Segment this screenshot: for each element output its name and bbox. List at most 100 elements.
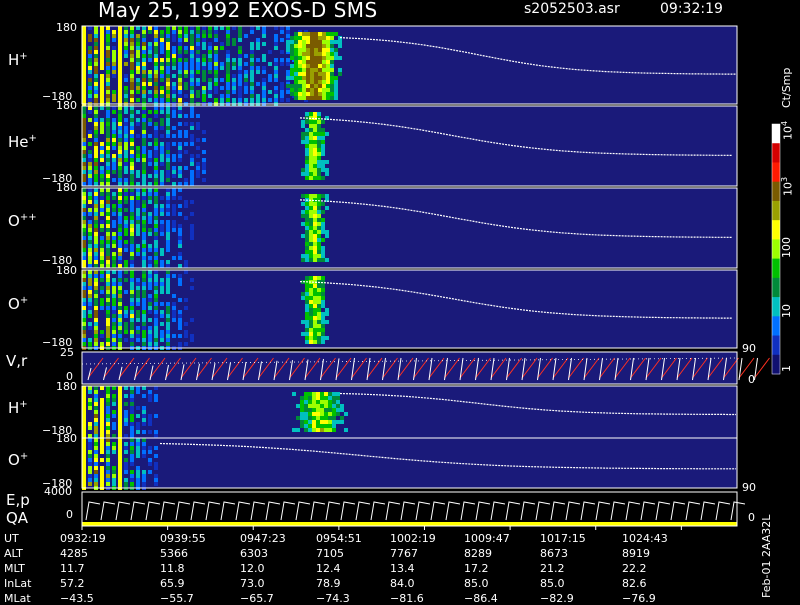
spectrogram-cell: [142, 188, 146, 192]
spectrogram-cell: [332, 392, 336, 396]
spectrogram-cell: [106, 110, 110, 114]
spectrogram-cell: [142, 286, 146, 290]
spectrogram-cell: [190, 74, 194, 78]
spectrogram-cell: [202, 86, 206, 90]
spectrogram-cell: [309, 250, 313, 254]
spectrogram-cell: [313, 156, 317, 160]
spectrogram-cell: [118, 138, 122, 142]
spectrogram-cell: [306, 64, 310, 68]
spectrogram-cell: [130, 474, 134, 478]
spectrogram-cell: [290, 44, 294, 48]
spectrogram-cell: [94, 474, 98, 478]
spectrogram-cell: [184, 142, 188, 146]
spectrogram-cell: [124, 126, 128, 130]
spectrogram-cell: [136, 154, 140, 158]
spectrogram-cell: [154, 216, 158, 220]
spectrogram-cell: [202, 178, 206, 182]
spectrogram-cell: [316, 392, 320, 396]
spectrogram-cell: [82, 470, 86, 474]
spectrogram-cell: [305, 250, 309, 254]
spectrogram-cell: [142, 216, 146, 220]
spectrogram-cell: [124, 42, 128, 46]
spectrogram-cell: [124, 290, 128, 294]
spectrogram-cell: [166, 26, 170, 30]
spectrogram-cell: [318, 84, 322, 88]
spectrogram-cell: [304, 408, 308, 412]
spectrogram-cell: [330, 84, 334, 88]
spectrogram-cell: [130, 310, 134, 314]
colorbar-segment: [772, 239, 780, 260]
spectrogram-cell: [316, 404, 320, 408]
spectrogram-cell: [226, 50, 230, 54]
spectrogram-cell: [142, 154, 146, 158]
spectrogram-cell: [154, 110, 158, 114]
spectrogram-cell: [202, 158, 206, 162]
spectrogram-cell: [106, 78, 110, 82]
spectrogram-cell: [196, 54, 200, 58]
spectrogram-cell: [294, 52, 298, 56]
spectrogram-cell: [112, 330, 116, 334]
spectrogram-cell: [290, 52, 294, 56]
spectrogram-cell: [310, 40, 314, 44]
spectrogram-cell: [118, 110, 122, 114]
spectrogram-cell: [308, 428, 312, 432]
spectrogram-cell: [106, 118, 110, 122]
spectrogram-cell: [106, 466, 110, 470]
spectrogram-cell: [196, 26, 200, 30]
spectrogram-cell: [313, 120, 317, 124]
spectrogram-cell: [304, 416, 308, 420]
spectrogram-cell: [118, 82, 122, 86]
spectrogram-cell: [154, 34, 158, 38]
spectrogram-cell: [326, 36, 330, 40]
spectrogram-cell: [178, 212, 182, 216]
spectrogram-cell: [142, 290, 146, 294]
spectrogram-cell: [142, 170, 146, 174]
spectrogram-cell: [178, 318, 182, 322]
spectrogram-cell: [118, 418, 122, 422]
spectrogram-cell: [82, 162, 86, 166]
spectrogram-cell: [325, 234, 329, 238]
axis-top-o3: 180: [56, 432, 77, 445]
spectrogram-cell: [314, 80, 318, 84]
spectrogram-cell: [148, 306, 152, 310]
spectrogram-cell: [238, 66, 242, 70]
spectrogram-cell: [88, 342, 92, 346]
spectrogram-cell: [142, 174, 146, 178]
spectrogram-cell: [106, 446, 110, 450]
spectrogram-cell: [317, 230, 321, 234]
spectrogram-cell: [148, 154, 152, 158]
spectrogram-cell: [94, 282, 98, 286]
spectrogram-cell: [142, 138, 146, 142]
spectrogram-cell: [88, 54, 92, 58]
spectrogram-cell: [322, 72, 326, 76]
footer-cell: 82.6: [622, 577, 647, 590]
spectrogram-cell: [328, 416, 332, 420]
spectrogram-cell: [306, 48, 310, 52]
spectrogram-cell: [100, 334, 104, 338]
spectrogram-cell: [268, 62, 272, 66]
spectrogram-cell: [130, 286, 134, 290]
colorbar-tick-1: 1: [780, 365, 793, 372]
spectrogram-cell: [160, 252, 164, 256]
spectrogram-cell: [320, 424, 324, 428]
spectrogram-cell: [178, 196, 182, 200]
spectrogram-cell: [300, 396, 304, 400]
spectrogram-cell: [202, 170, 206, 174]
spectrogram-cell: [100, 182, 104, 186]
spectrogram-cell: [154, 50, 158, 54]
spectrogram-cell: [302, 48, 306, 52]
spectrogram-cell: [136, 390, 140, 394]
spectrogram-cell: [304, 392, 308, 396]
spectrogram-cell: [238, 86, 242, 90]
spectrogram-cell: [148, 30, 152, 34]
spectrogram-cell: [312, 412, 316, 416]
spectrogram-cell: [100, 26, 104, 30]
spectrogram-cell: [220, 66, 224, 70]
spectrogram-cell: [112, 134, 116, 138]
spectrogram-cell: [136, 86, 140, 90]
spectrogram-cell: [305, 246, 309, 250]
spectrogram-cell: [130, 232, 134, 236]
spectrogram-cell: [160, 232, 164, 236]
spectrogram-cell: [340, 404, 344, 408]
spectrogram-cell: [130, 446, 134, 450]
